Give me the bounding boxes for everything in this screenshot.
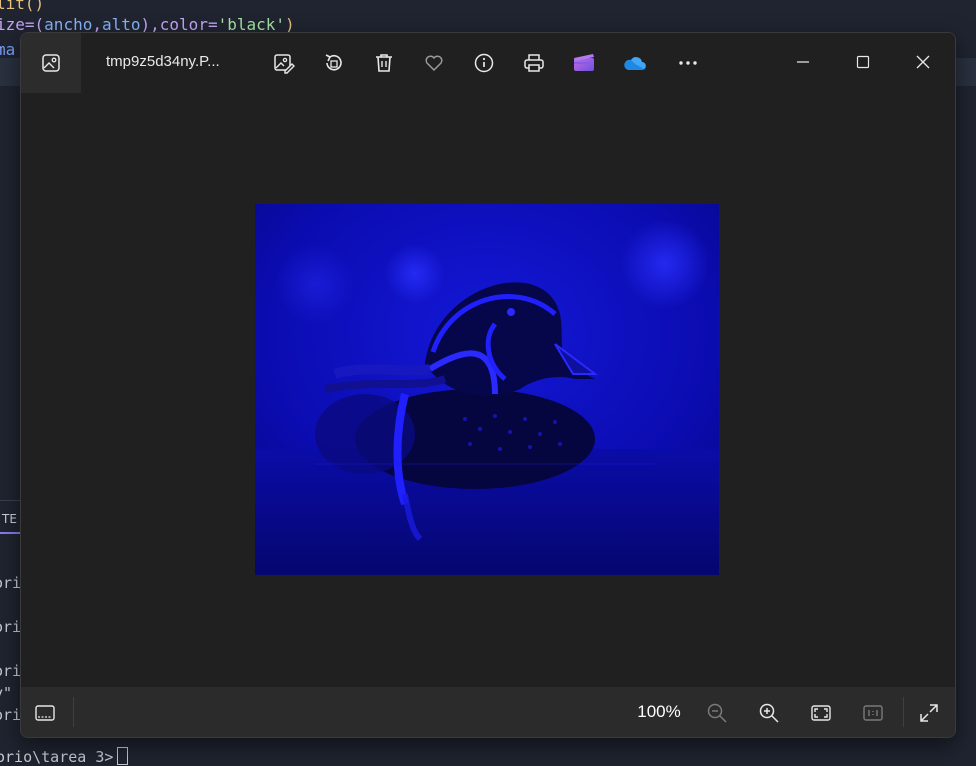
clipchamp-icon	[574, 54, 594, 71]
print-icon	[524, 54, 544, 72]
image-canvas[interactable]	[21, 93, 955, 687]
terminal-line: ori	[0, 662, 22, 680]
favorite-icon	[425, 55, 443, 72]
onedrive-button[interactable]	[619, 48, 649, 78]
photos-app-button[interactable]	[21, 33, 81, 93]
rotate-button[interactable]	[319, 48, 349, 78]
info-button[interactable]	[469, 48, 499, 78]
fit-to-window-icon	[811, 705, 831, 721]
terminal-line: y"	[0, 684, 13, 702]
terminal-line: ori	[0, 706, 22, 724]
close-button[interactable]	[906, 47, 940, 77]
title-bar: tmp9z5d34ny.P...	[21, 33, 955, 93]
zoom-in-button[interactable]	[755, 699, 783, 727]
actual-size-button[interactable]	[859, 699, 887, 727]
maximize-button[interactable]	[846, 47, 880, 77]
maximize-icon	[856, 55, 870, 69]
terminal-tab[interactable]: TE	[2, 512, 17, 526]
bottom-toolbar: 100%	[21, 687, 955, 737]
fullscreen-icon	[920, 704, 938, 722]
terminal-prompt-text: orio\tarea 3>	[0, 748, 114, 766]
terminal-tab-underline	[0, 532, 20, 534]
zoom-in-icon	[759, 703, 779, 723]
fullscreen-button[interactable]	[915, 699, 943, 727]
fit-to-window-button[interactable]	[807, 699, 835, 727]
terminal-cursor	[117, 747, 129, 765]
duck-photo-image	[255, 204, 719, 575]
delete-button[interactable]	[369, 48, 399, 78]
code-line: lit()	[0, 0, 45, 13]
close-icon	[916, 55, 930, 69]
onedrive-icon	[624, 57, 646, 70]
zoom-out-button[interactable]	[703, 699, 731, 727]
displayed-photo	[255, 204, 719, 575]
favorite-button[interactable]	[419, 48, 449, 78]
zoom-out-icon	[707, 703, 727, 723]
code-line: ma	[0, 40, 16, 59]
filmstrip-icon	[35, 705, 55, 721]
edit-image-icon	[274, 54, 295, 74]
minimize-button[interactable]	[786, 47, 820, 77]
rotate-icon	[325, 54, 342, 71]
terminal-line: ori	[0, 618, 22, 636]
filmstrip-button[interactable]	[31, 699, 59, 727]
delete-icon	[376, 54, 392, 72]
terminal-line: ori	[0, 574, 22, 592]
toolbar-separator	[903, 697, 904, 727]
photo-viewer-window: tmp9z5d34ny.P... 100%	[20, 32, 956, 738]
actual-size-icon	[863, 705, 883, 721]
print-button[interactable]	[519, 48, 549, 78]
edit-image-button[interactable]	[269, 48, 299, 78]
zoom-level[interactable]: 100%	[621, 702, 697, 722]
more-options-button[interactable]	[673, 48, 703, 78]
terminal-prompt: orio\tarea 3>	[0, 747, 129, 766]
terminal-line: '	[0, 726, 3, 744]
info-icon	[474, 53, 494, 73]
file-title: tmp9z5d34ny.P...	[106, 53, 220, 70]
more-icon	[679, 61, 697, 65]
photos-app-icon	[42, 54, 60, 72]
minimize-icon	[797, 61, 809, 63]
panel-divider	[0, 500, 22, 501]
toolbar-separator	[73, 697, 74, 727]
clipchamp-button[interactable]	[569, 48, 599, 78]
